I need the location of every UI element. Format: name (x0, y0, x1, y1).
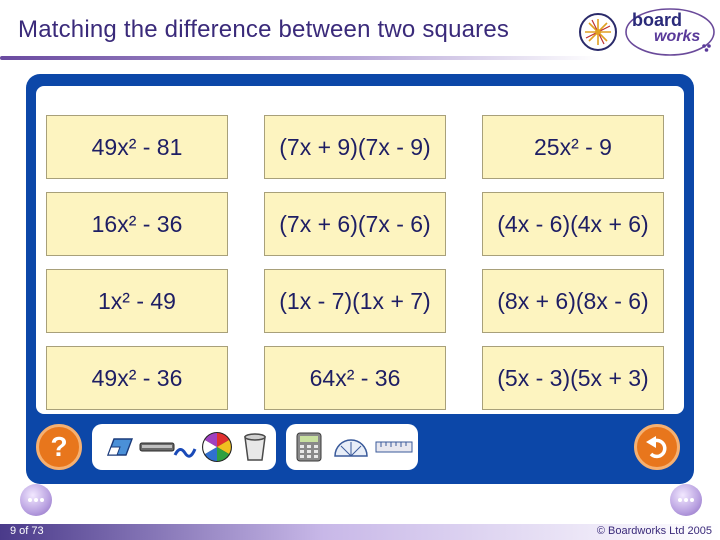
match-card[interactable]: (5x - 3)(5x + 3) (482, 346, 664, 410)
pen-icon[interactable] (172, 438, 198, 464)
match-card[interactable]: 25x² - 9 (482, 115, 664, 179)
matching-board: 49x² - 81 (7x + 9)(7x - 9) 25x² - 9 16x²… (36, 86, 684, 414)
tool-bar: ? (36, 422, 684, 472)
match-card[interactable]: (7x + 9)(7x - 9) (264, 115, 446, 179)
dots-icon (28, 498, 44, 502)
undo-button[interactable] (634, 424, 680, 470)
match-card[interactable]: 64x² - 36 (264, 346, 446, 410)
match-card[interactable]: (4x - 6)(4x + 6) (482, 192, 664, 256)
match-card[interactable]: (1x - 7)(1x + 7) (264, 269, 446, 333)
match-card[interactable]: 16x² - 36 (46, 192, 228, 256)
ruler-icon[interactable] (138, 430, 176, 464)
match-card[interactable]: (8x + 6)(8x - 6) (482, 269, 664, 333)
match-card[interactable]: 1x² - 49 (46, 269, 228, 333)
measuring-tools-group (286, 424, 418, 470)
page-title: Matching the difference between two squa… (18, 16, 510, 43)
match-card[interactable]: 49x² - 81 (46, 115, 228, 179)
next-slide-button[interactable] (670, 484, 702, 516)
title-underline (0, 56, 600, 60)
dots-icon (678, 498, 694, 502)
match-card[interactable]: (7x + 6)(7x - 6) (264, 192, 446, 256)
slide-number: 9 of 73 (10, 525, 44, 537)
boardworks-logo: board works (624, 6, 716, 58)
long-ruler-icon[interactable] (374, 430, 414, 464)
drawing-tools-group (92, 424, 276, 470)
protractor-icon[interactable] (332, 430, 370, 464)
previous-slide-button[interactable] (20, 484, 52, 516)
match-card[interactable]: 49x² - 36 (46, 346, 228, 410)
copyright-text: © Boardworks Ltd 2005 (596, 525, 712, 537)
activity-panel: 49x² - 81 (7x + 9)(7x - 9) 25x² - 9 16x²… (26, 74, 694, 484)
eraser-icon[interactable] (98, 430, 136, 464)
color-wheel-icon[interactable] (198, 430, 236, 464)
sun-logo-icon (579, 13, 617, 51)
help-button[interactable]: ? (36, 424, 82, 470)
logo-text-works: works (654, 28, 701, 45)
calculator-icon[interactable] (290, 430, 328, 464)
undo-icon (646, 436, 667, 459)
bin-icon[interactable] (236, 430, 274, 464)
